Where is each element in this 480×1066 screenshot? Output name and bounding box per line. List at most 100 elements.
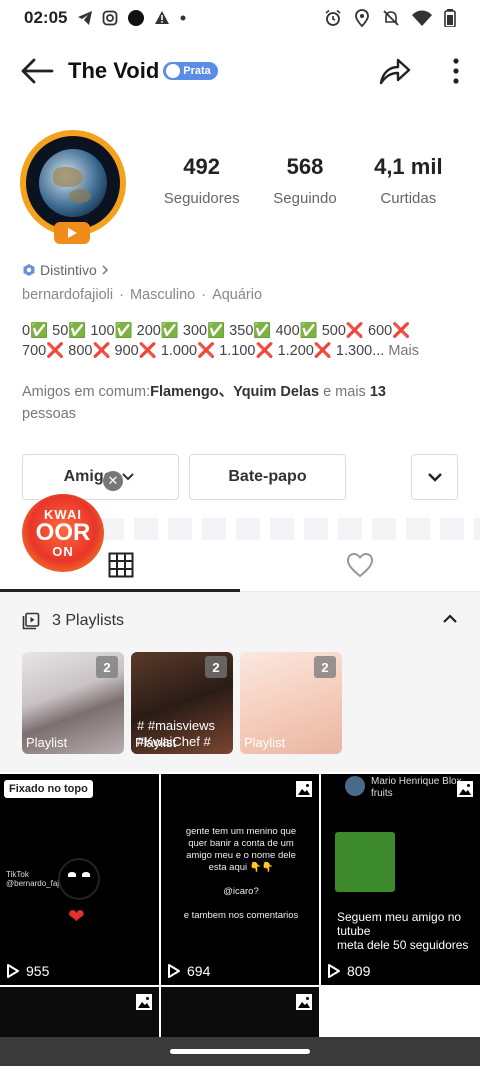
friend-button[interactable]: Amigo ✕: [22, 454, 179, 500]
playlist-card[interactable]: 2 Playlist: [22, 652, 124, 754]
play-icon: [7, 964, 19, 978]
video-caption: Seguem meu amigo no tutube meta dele 50 …: [337, 910, 469, 952]
video-views: 694: [167, 963, 210, 979]
stat-value: 4,1 mil: [374, 154, 443, 179]
profile-actions: Amigo ✕ Bate-papo: [22, 454, 346, 500]
close-icon[interactable]: ✕: [103, 471, 123, 491]
heart-icon[interactable]: [346, 552, 374, 578]
chat-button[interactable]: Bate-papo: [189, 454, 346, 500]
channel-avatar: [345, 776, 365, 796]
stat-value: 568: [286, 154, 324, 179]
status-time: 02:05: [24, 8, 68, 27]
more-options-icon[interactable]: [452, 57, 460, 85]
profile-header: The Void Prata: [0, 44, 480, 98]
overlay-banner: [100, 518, 480, 540]
bio-line-1: 0✅ 50✅ 100✅ 200✅ 300✅ 350✅ 400✅ 500❌ 600…: [22, 323, 411, 339]
content-tabs: [0, 544, 480, 592]
warning-icon: [155, 11, 170, 24]
profile-meta: bernardofajioli · Masculino · Aquário: [22, 287, 262, 303]
game-screenshot: [335, 832, 395, 892]
playlist-icon: [22, 612, 40, 630]
distintivo-link[interactable]: Distintivo: [22, 262, 109, 278]
playlists-title: 3 Playlists: [52, 612, 125, 629]
profile-title: The Void: [68, 58, 160, 83]
separator-dot: ·: [201, 287, 207, 303]
playlist-count: 2: [314, 656, 336, 678]
playlist-card[interactable]: 2 # #maisviews #KwaiChef # Playlist: [131, 652, 233, 754]
prata-badge[interactable]: Prata: [163, 62, 218, 80]
threads-icon: [128, 10, 145, 26]
bio-more-link[interactable]: Mais: [388, 343, 419, 359]
header-actions: [378, 56, 460, 86]
status-bar: 02:05: [0, 0, 480, 36]
stat-label: Seguidores: [163, 190, 240, 207]
video-thumbnail[interactable]: Mario Henrique Blox fruits Seguem meu am…: [321, 774, 480, 985]
dot-icon: [180, 15, 186, 21]
views-count: 955: [26, 963, 50, 979]
followers-stat[interactable]: 492 Seguidores: [150, 154, 253, 207]
following-stat[interactable]: 568 Seguindo: [253, 154, 356, 207]
playlist-card[interactable]: 2 Playlist: [240, 652, 342, 754]
badge-label: Prata: [183, 65, 211, 77]
friends-prefix: Amigos em comum:: [22, 384, 151, 400]
playlist-caption: Playlist: [135, 735, 177, 750]
chat-button-label: Bate-papo: [228, 468, 307, 485]
profile-bio: 0✅ 50✅ 100✅ 200✅ 300✅ 350✅ 400✅ 500❌ 600…: [22, 321, 462, 361]
kwai-main-label: OOR: [35, 519, 91, 546]
video-thumbnail[interactable]: Fixado no topo TikTok @bernardo_fajioli_…: [0, 774, 159, 985]
playlist-caption: Playlist: [244, 735, 286, 750]
views-count: 694: [187, 963, 211, 979]
views-count: 809: [347, 963, 371, 979]
telegram-icon: [78, 11, 93, 25]
live-badge-icon: [54, 222, 90, 244]
status-system-icons: [324, 9, 456, 27]
grid-icon[interactable]: [108, 552, 134, 578]
friends-count: 13: [369, 384, 386, 400]
play-icon: [328, 964, 340, 978]
heart-emoji-icon: ❤: [68, 906, 85, 928]
hexagon-badge-icon: [23, 264, 35, 276]
status-notification-icons: [77, 9, 187, 27]
chevron-up-icon[interactable]: [440, 610, 460, 628]
battery-icon: [444, 9, 456, 27]
avatar-frame: [20, 130, 126, 236]
video-views: 809: [327, 963, 370, 979]
stat-value: 492: [183, 154, 221, 179]
video-text: gente tem um menino que quer banir a con…: [183, 826, 299, 921]
avatar-image: [26, 136, 120, 230]
image-post-icon: [296, 781, 312, 797]
profile-stats: 492 Seguidores 568 Seguindo 4,1 mil Curt…: [150, 154, 460, 207]
back-arrow-icon[interactable]: [20, 57, 54, 85]
mutual-friends[interactable]: Amigos em comum:Flamengo、Yquim Delas e m…: [22, 381, 452, 425]
earth-image: [39, 149, 107, 217]
chevron-right-icon: [102, 265, 108, 275]
image-post-icon: [457, 781, 473, 797]
home-gesture-handle[interactable]: [170, 1049, 310, 1054]
pinned-badge: Fixado no topo: [4, 780, 93, 798]
friends-suffix: pessoas: [22, 406, 77, 422]
system-navigation-bar: [0, 1037, 480, 1066]
alarm-icon: [325, 9, 341, 26]
stat-label: Curtidas: [380, 190, 437, 207]
image-post-icon: [136, 994, 152, 1010]
likes-stat: 4,1 mil Curtidas: [357, 154, 460, 207]
stat-label: Seguindo: [273, 190, 337, 207]
separator-dot: ·: [119, 287, 124, 303]
share-icon[interactable]: [378, 56, 412, 86]
playlist-caption: Playlist: [26, 735, 68, 750]
image-post-icon: [296, 994, 312, 1010]
suggestions-dropdown-button[interactable]: [411, 454, 458, 500]
badge-level-icon: [166, 64, 181, 78]
profile-avatar[interactable]: [18, 126, 130, 246]
video-views: 955: [6, 963, 49, 979]
wifi-icon: [412, 10, 432, 26]
playlists-header[interactable]: 3 Playlists: [22, 612, 124, 630]
smiley-face-image: [60, 860, 98, 898]
location-icon: [355, 9, 369, 27]
chevron-down-icon: [427, 473, 442, 482]
play-icon: [168, 964, 180, 978]
instagram-icon: [103, 10, 118, 26]
username: bernardofajioli: [22, 287, 114, 303]
mute-icon: [383, 10, 399, 26]
video-thumbnail[interactable]: gente tem um menino que quer banir a con…: [161, 774, 319, 985]
